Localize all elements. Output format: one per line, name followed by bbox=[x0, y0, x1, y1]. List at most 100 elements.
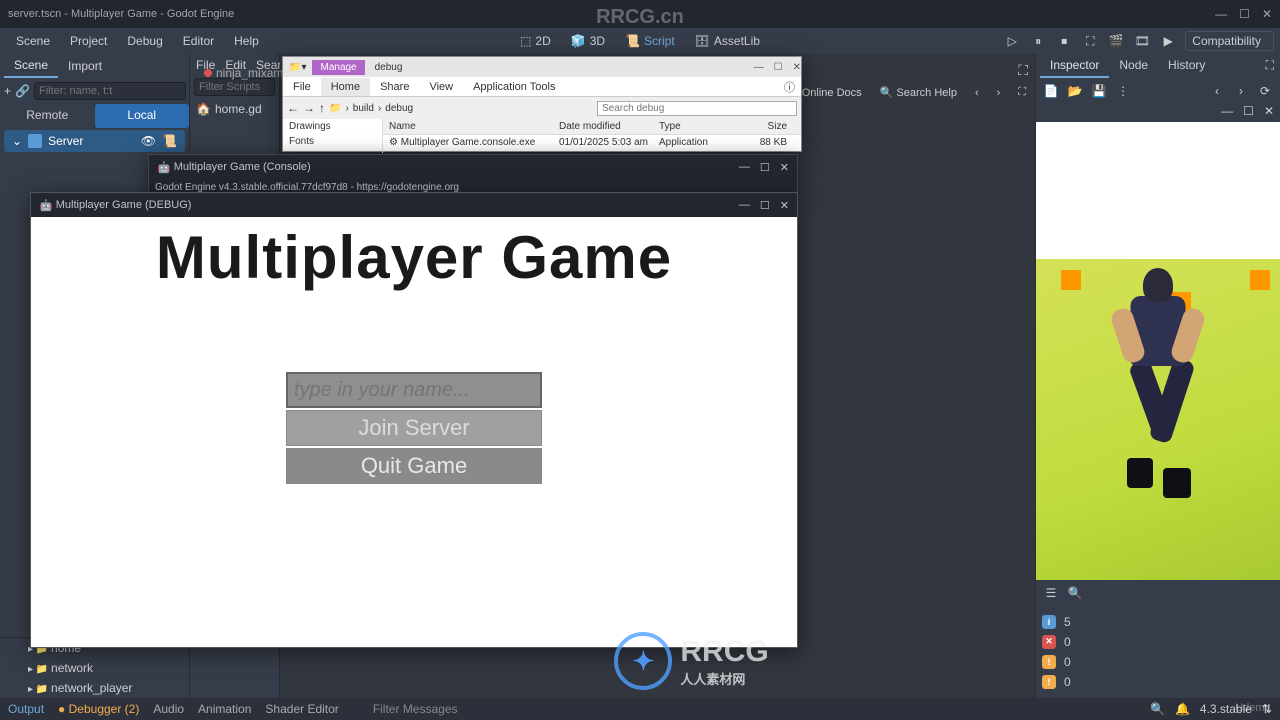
tab-script[interactable]: 📜Script bbox=[617, 31, 683, 51]
expand-dock-icon[interactable]: ⛶ bbox=[1260, 54, 1280, 78]
play-custom-icon[interactable]: ▶ bbox=[1159, 32, 1177, 50]
player-name-input[interactable] bbox=[286, 372, 542, 408]
fe-apptools[interactable]: Application Tools bbox=[463, 78, 565, 96]
fe-tab-view[interactable]: View bbox=[419, 78, 463, 96]
play-icon[interactable]: ▷ bbox=[1003, 32, 1021, 50]
fe-breadcrumb[interactable]: 📁 › build › debug bbox=[329, 103, 593, 114]
bottom-tab-animation[interactable]: Animation bbox=[198, 702, 251, 716]
add-node-icon[interactable]: + bbox=[4, 82, 11, 100]
messages-filter[interactable]: Filter Messages bbox=[353, 702, 1136, 716]
godot-icon: 🤖 bbox=[39, 199, 53, 212]
scene-root-node[interactable]: ⌄ Server 👁 📜 bbox=[4, 130, 185, 152]
expand-editor-icon[interactable]: ⛶ bbox=[1018, 62, 1028, 79]
toggle-list-icon[interactable]: ☰ bbox=[1042, 584, 1060, 602]
close-panel-icon[interactable]: ✕ bbox=[1264, 104, 1274, 122]
renderer-dropdown[interactable]: Compatibility bbox=[1185, 31, 1274, 51]
script-attached-icon[interactable]: 📜 bbox=[162, 134, 177, 148]
visibility-icon[interactable]: 👁 bbox=[141, 134, 156, 148]
fe-minimize-icon[interactable]: — bbox=[754, 62, 764, 73]
tab-2d[interactable]: ⬚2D bbox=[512, 31, 559, 51]
extra-options-icon[interactable]: ⋮ bbox=[1114, 82, 1132, 100]
file-row[interactable]: ⚙ Multiplayer Game.console.exe 01/01/202… bbox=[383, 135, 801, 150]
bottom-tab-audio[interactable]: Audio bbox=[153, 702, 184, 716]
search-bottom-icon[interactable]: 🔍 bbox=[1150, 702, 1165, 716]
fe-tab-home[interactable]: Home bbox=[321, 78, 370, 96]
movie-icon[interactable]: 🎬 bbox=[1107, 32, 1125, 50]
fe-tab-file[interactable]: File bbox=[283, 78, 321, 96]
menu-editor[interactable]: Editor bbox=[173, 30, 224, 52]
col-type[interactable]: Type bbox=[653, 119, 733, 134]
stop-icon[interactable]: ⏹ bbox=[1055, 32, 1073, 50]
game-maximize-icon[interactable]: ☐ bbox=[760, 199, 770, 212]
fe-up-icon[interactable]: ↑ bbox=[319, 101, 325, 115]
console-close-icon[interactable]: ✕ bbox=[780, 161, 789, 174]
menu-scene[interactable]: Scene bbox=[6, 30, 60, 52]
menu-project[interactable]: Project bbox=[60, 30, 117, 52]
assetlib-icon: 🗄 bbox=[695, 34, 710, 48]
tab-node[interactable]: Node bbox=[1109, 54, 1158, 78]
tab-history[interactable]: History bbox=[1158, 54, 1215, 78]
col-date[interactable]: Date modified bbox=[553, 119, 653, 134]
fe-side-fonts[interactable]: Fonts bbox=[283, 134, 382, 149]
game-window-title: Multiplayer Game (DEBUG) bbox=[56, 199, 192, 211]
minimize-panel-icon[interactable]: — bbox=[1221, 104, 1233, 122]
fe-maximize-icon[interactable]: ☐ bbox=[774, 62, 783, 73]
remote-tab[interactable]: Remote bbox=[0, 104, 95, 128]
quit-game-button[interactable]: Quit Game bbox=[286, 448, 542, 484]
bottom-tab-debugger[interactable]: ● Debugger (2) bbox=[58, 702, 139, 716]
fe-tab-share[interactable]: Share bbox=[370, 78, 419, 96]
search-help-button[interactable]: 🔍 Search Help bbox=[874, 84, 963, 101]
pause-icon[interactable]: ⏸ bbox=[1029, 32, 1047, 50]
fs-item-network[interactable]: network bbox=[0, 658, 189, 678]
nav-fwd-icon[interactable]: › bbox=[991, 85, 1007, 101]
col-size[interactable]: Size bbox=[733, 119, 793, 134]
fs-item-network-player[interactable]: network_player bbox=[0, 678, 189, 698]
maximize-panel-icon[interactable]: ☐ bbox=[1243, 104, 1254, 122]
menu-debug[interactable]: Debug bbox=[117, 30, 172, 52]
local-tab[interactable]: Local bbox=[95, 104, 190, 128]
bottom-panel: Output ● Debugger (2) Audio Animation Sh… bbox=[0, 698, 1280, 720]
fe-fwd-icon[interactable]: → bbox=[303, 101, 315, 115]
notifications-icon[interactable]: 🔔 bbox=[1175, 702, 1190, 716]
errors-panel: i5 ✕0 !0 !0 bbox=[1036, 606, 1280, 698]
fe-manage-tab[interactable]: Manage bbox=[312, 60, 364, 75]
game-minimize-icon[interactable]: — bbox=[739, 199, 750, 212]
fe-search-input[interactable] bbox=[597, 101, 797, 116]
fe-pin-icon[interactable]: 📁▾ bbox=[283, 60, 312, 75]
tab-3d[interactable]: 🧊3D bbox=[563, 31, 613, 51]
fe-help-icon[interactable]: ⓘ bbox=[778, 79, 801, 95]
remote-play-icon[interactable]: ⛶ bbox=[1081, 32, 1099, 50]
nav-extra-icon[interactable]: ⛶ bbox=[1012, 84, 1032, 101]
history-fwd-icon[interactable]: › bbox=[1232, 82, 1250, 100]
bottom-tab-shader[interactable]: Shader Editor bbox=[265, 702, 338, 716]
refresh-icon[interactable]: ⟳ bbox=[1256, 82, 1274, 100]
load-resource-icon[interactable]: 📂 bbox=[1066, 82, 1084, 100]
new-resource-icon[interactable]: 📄 bbox=[1042, 82, 1060, 100]
tab-assetlib[interactable]: 🗄AssetLib bbox=[687, 31, 768, 51]
play-scene-icon[interactable]: 🎞 bbox=[1133, 32, 1151, 50]
join-server-button[interactable]: Join Server bbox=[286, 410, 542, 446]
zoom-search-icon[interactable]: 🔍 bbox=[1066, 584, 1084, 602]
fe-back-icon[interactable]: ← bbox=[287, 101, 299, 115]
scene-filter-input[interactable] bbox=[34, 82, 186, 100]
script-item-home[interactable]: 🏠 home.gd bbox=[190, 98, 279, 120]
godot-icon: 🤖 bbox=[157, 161, 171, 174]
game-close-icon[interactable]: ✕ bbox=[780, 199, 789, 212]
nav-back-icon[interactable]: ‹ bbox=[969, 85, 985, 101]
fe-close-icon[interactable]: ✕ bbox=[793, 62, 801, 73]
tab-import[interactable]: Import bbox=[58, 55, 112, 77]
fe-side-drawings[interactable]: Drawings bbox=[283, 119, 382, 134]
save-resource-icon[interactable]: 💾 bbox=[1090, 82, 1108, 100]
tab-inspector[interactable]: Inspector bbox=[1040, 54, 1109, 78]
bottom-tab-output[interactable]: Output bbox=[8, 702, 44, 716]
window-maximize-icon[interactable]: ☐ bbox=[1239, 7, 1250, 21]
menu-help[interactable]: Help bbox=[224, 30, 269, 52]
tab-scene[interactable]: Scene bbox=[4, 54, 58, 78]
window-close-icon[interactable]: ✕ bbox=[1262, 7, 1272, 21]
window-minimize-icon[interactable]: — bbox=[1215, 7, 1227, 21]
col-name[interactable]: Name bbox=[383, 119, 553, 134]
console-maximize-icon[interactable]: ☐ bbox=[760, 161, 770, 174]
history-back-icon[interactable]: ‹ bbox=[1208, 82, 1226, 100]
console-minimize-icon[interactable]: — bbox=[739, 161, 750, 174]
link-icon[interactable]: 🔗 bbox=[15, 82, 30, 100]
